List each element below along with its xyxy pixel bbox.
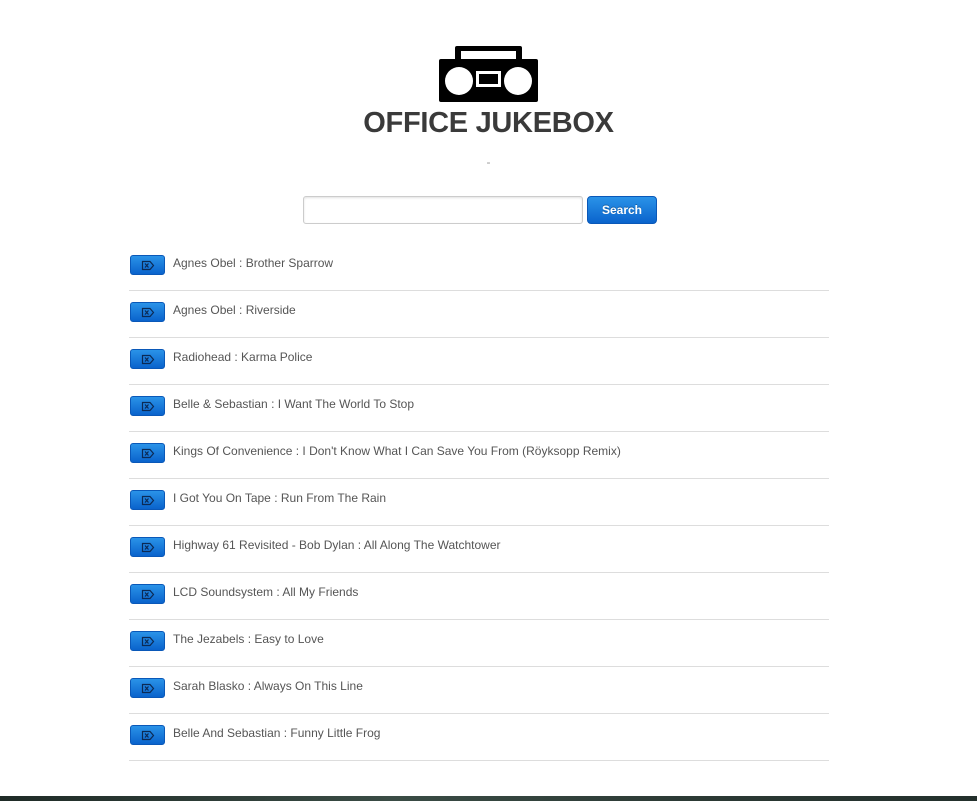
- remove-track-button[interactable]: [130, 584, 165, 604]
- track-row: Belle & Sebastian : I Want The World To …: [129, 385, 829, 432]
- remove-track-button[interactable]: [130, 349, 165, 369]
- remove-track-button[interactable]: [130, 490, 165, 510]
- bottom-edge: [0, 796, 977, 801]
- track-title: Highway 61 Revisited - Bob Dylan : All A…: [173, 538, 501, 552]
- track-row: The Jezabels : Easy to Love: [129, 620, 829, 667]
- app-title: OFFICE JUKEBOX: [363, 107, 614, 139]
- track-row: Agnes Obel : Riverside: [129, 291, 829, 338]
- remove-track-icon: [141, 495, 155, 506]
- remove-track-icon: [141, 589, 155, 600]
- track-row: Belle And Sebastian : Funny Little Frog: [129, 714, 829, 761]
- track-title: Kings Of Convenience : I Don't Know What…: [173, 444, 621, 458]
- track-title: I Got You On Tape : Run From The Rain: [173, 491, 387, 505]
- boombox-icon: [439, 46, 538, 102]
- remove-track-icon: [141, 542, 155, 553]
- track-list: Agnes Obel : Brother Sparrow Agnes Obel …: [129, 244, 829, 761]
- track-row: Agnes Obel : Brother Sparrow: [129, 244, 829, 291]
- remove-track-icon: [141, 354, 155, 365]
- remove-track-icon: [141, 260, 155, 271]
- remove-track-icon: [141, 683, 155, 694]
- track-row: Sarah Blasko : Always On This Line: [129, 667, 829, 714]
- track-row: Radiohead : Karma Police: [129, 338, 829, 385]
- remove-track-button[interactable]: [130, 725, 165, 745]
- track-title: Radiohead : Karma Police: [173, 350, 313, 364]
- track-row: LCD Soundsystem : All My Friends: [129, 573, 829, 620]
- remove-track-icon: [141, 448, 155, 459]
- track-title: Sarah Blasko : Always On This Line: [173, 679, 363, 693]
- track-row: Highway 61 Revisited - Bob Dylan : All A…: [129, 526, 829, 573]
- track-title: The Jezabels : Easy to Love: [173, 632, 324, 646]
- track-title: Belle & Sebastian : I Want The World To …: [173, 397, 415, 411]
- remove-track-button[interactable]: [130, 537, 165, 557]
- app-header: OFFICE JUKEBOX: [0, 45, 977, 140]
- remove-track-button[interactable]: [130, 396, 165, 416]
- remove-track-button[interactable]: [130, 631, 165, 651]
- track-row: I Got You On Tape : Run From The Rain: [129, 479, 829, 526]
- track-title: Agnes Obel : Brother Sparrow: [173, 256, 334, 270]
- remove-track-icon: [141, 636, 155, 647]
- remove-track-icon: [141, 307, 155, 318]
- track-row: Kings Of Convenience : I Don't Know What…: [129, 432, 829, 479]
- track-title: Belle And Sebastian : Funny Little Frog: [173, 726, 381, 740]
- track-title: Agnes Obel : Riverside: [173, 303, 296, 317]
- now-playing-text: -: [486, 155, 491, 169]
- remove-track-button[interactable]: [130, 302, 165, 322]
- search-input[interactable]: [303, 196, 583, 224]
- remove-track-button[interactable]: [130, 255, 165, 275]
- remove-track-button[interactable]: [130, 443, 165, 463]
- remove-track-icon: [141, 730, 155, 741]
- search-button[interactable]: Search: [587, 196, 657, 224]
- track-title: LCD Soundsystem : All My Friends: [173, 585, 359, 599]
- remove-track-button[interactable]: [130, 678, 165, 698]
- remove-track-icon: [141, 401, 155, 412]
